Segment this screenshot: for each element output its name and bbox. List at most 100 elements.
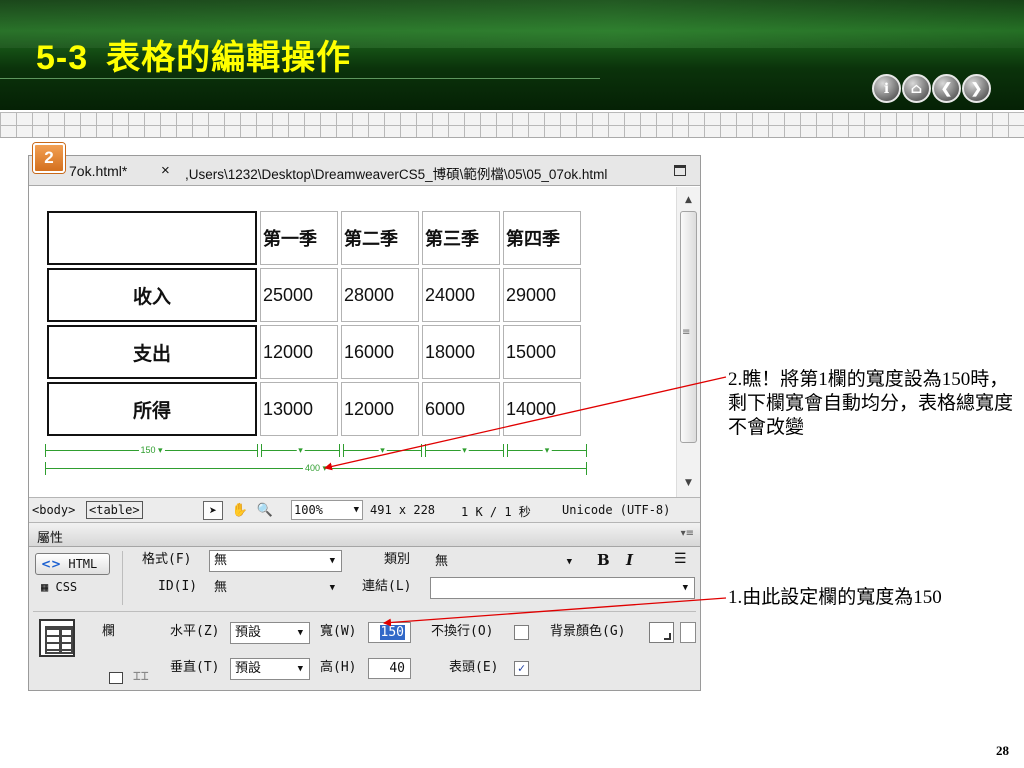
row-header-cell[interactable]: 支出: [47, 325, 257, 379]
chevron-down-icon: ▼: [297, 664, 303, 674]
merge-cells-icon[interactable]: [109, 672, 123, 684]
select-tool-icon[interactable]: ➤: [203, 501, 223, 520]
table-header-cell[interactable]: 第二季: [341, 211, 419, 265]
zoom-select[interactable]: 100% ▼: [291, 500, 363, 520]
table-cell[interactable]: 14000: [503, 382, 581, 436]
table-cell[interactable]: 6000: [422, 382, 500, 436]
class-value: 無: [435, 554, 449, 569]
horz-label: 水平(Z): [170, 624, 220, 639]
row-header-cell[interactable]: 收入: [47, 268, 257, 322]
height-input[interactable]: 40: [368, 658, 411, 679]
callout-note-1: 1.由此設定欄的寬度為150: [728, 587, 942, 608]
table-width-ruler[interactable]: 400 ▾: [45, 462, 587, 475]
width-input[interactable]: 150: [368, 622, 411, 643]
page-number: 28: [996, 743, 1009, 758]
column-width-ruler[interactable]: ▾: [261, 444, 340, 457]
table-cell[interactable]: 15000: [503, 325, 581, 379]
restore-window-icon[interactable]: [674, 165, 686, 176]
hand-tool-icon[interactable]: ✋: [230, 501, 250, 520]
tag-selector-table[interactable]: <table>: [86, 501, 143, 519]
close-tab-icon[interactable]: ×: [161, 162, 170, 179]
properties-panel-header[interactable]: 屬性 ▾≡: [29, 523, 700, 547]
vertical-scrollbar[interactable]: ▲ ≡ ▼: [676, 187, 700, 497]
home-icon[interactable]: ⌂: [902, 74, 931, 103]
forward-icon[interactable]: ❯: [962, 74, 991, 103]
html-mode-button[interactable]: <> HTML: [35, 553, 110, 575]
column-width-label: ▾: [296, 444, 305, 456]
table-cell[interactable]: 18000: [422, 325, 500, 379]
zoom-tool-icon[interactable]: 🔍: [255, 501, 275, 520]
link-input[interactable]: ▼: [430, 577, 695, 599]
table-header-cell[interactable]: 第一季: [260, 211, 338, 265]
table-cell[interactable]: 25000: [260, 268, 338, 322]
table-header-cell[interactable]: 第四季: [503, 211, 581, 265]
link-label: 連結(L): [362, 579, 412, 594]
column-width-ruler[interactable]: ▾: [425, 444, 504, 457]
slide-header: 5-3 表格的編輯操作 i ⌂ ❮ ❯: [0, 0, 1024, 110]
editor-screenshot: 7ok.html* × ,Users\1232\Desktop\Dreamwea…: [28, 155, 701, 691]
class-select[interactable]: 無 ▼: [430, 551, 579, 573]
table-row: 第一季 第二季 第三季 第四季: [47, 211, 581, 265]
table-width-label: 400 ▾: [302, 462, 330, 474]
column-width-label: ▾: [460, 444, 469, 456]
table-cell[interactable]: 24000: [422, 268, 500, 322]
width-value: 150: [379, 625, 405, 640]
row-header-cell[interactable]: 所得: [47, 382, 257, 436]
table-cell[interactable]: 16000: [341, 325, 419, 379]
format-select[interactable]: 無 ▼: [209, 550, 342, 572]
table-header-cell[interactable]: 第三季: [422, 211, 500, 265]
css-mode-button[interactable]: ▦ CSS: [41, 580, 77, 594]
table-cell[interactable]: 13000: [260, 382, 338, 436]
callout-note-2: 2.瞧！將第1欄的寬度設為150時，剩下欄寬會自動均分，表格總寬度不會改變: [728, 369, 1014, 438]
scroll-down-icon[interactable]: ▼: [685, 478, 692, 488]
nowrap-label: 不換行(O): [431, 624, 494, 639]
chevron-down-icon: ▼: [329, 556, 335, 566]
design-view[interactable]: 第一季 第二季 第三季 第四季 收入 25000 28000 24000 290…: [29, 187, 676, 497]
bg-color-input[interactable]: [680, 622, 696, 643]
window-size[interactable]: 491 x 228: [370, 503, 435, 517]
italic-button[interactable]: I: [626, 551, 633, 569]
table-cell[interactable]: 12000: [341, 382, 419, 436]
column-label: 欄: [102, 624, 116, 639]
table-row: 支出 12000 16000 18000 15000: [47, 325, 581, 379]
bg-color-label: 背景顏色(G): [550, 624, 626, 639]
table-cell-icon: [39, 619, 75, 657]
table-cell[interactable]: 12000: [260, 325, 338, 379]
list-icon[interactable]: ☰: [674, 551, 687, 567]
class-label: 類別: [384, 552, 411, 567]
scroll-up-icon[interactable]: ▲: [685, 195, 692, 205]
width-label: 寬(W): [320, 624, 357, 639]
css-mode-label: CSS: [55, 580, 78, 594]
format-value: 無: [214, 553, 228, 568]
table-row: 所得 13000 12000 6000 14000: [47, 382, 581, 436]
back-icon[interactable]: ❮: [932, 74, 961, 103]
horz-select[interactable]: 預設 ▼: [230, 622, 310, 644]
code-icon: <>: [41, 557, 62, 571]
title-text: 表格的編輯操作: [106, 38, 352, 78]
id-select[interactable]: 無 ▼: [209, 577, 342, 599]
slide-title: 5-3 表格的編輯操作: [36, 30, 351, 79]
split-cell-icon[interactable]: ⌶⌶: [133, 669, 149, 684]
chevron-down-icon: ▼: [297, 628, 303, 638]
header-label: 表頭(E): [449, 660, 499, 675]
chevron-down-icon: ▼: [353, 505, 359, 515]
header-checkbox[interactable]: ✓: [514, 661, 529, 676]
document-tab[interactable]: 7ok.html*: [69, 163, 127, 179]
nowrap-checkbox[interactable]: [514, 625, 529, 640]
column-width-ruler[interactable]: ▾: [343, 444, 422, 457]
info-icon[interactable]: i: [872, 74, 901, 103]
column-width-ruler[interactable]: 150 ▾: [45, 444, 258, 457]
panel-menu-icon[interactable]: ▾≡: [681, 528, 694, 539]
document-tab-bar: 7ok.html* × ,Users\1232\Desktop\Dreamwea…: [29, 156, 700, 186]
quarterly-table[interactable]: 第一季 第二季 第三季 第四季 收入 25000 28000 24000 290…: [44, 208, 584, 439]
table-corner-cell[interactable]: [47, 211, 257, 265]
zoom-value: 100%: [294, 503, 323, 517]
vert-select[interactable]: 預設 ▼: [230, 658, 310, 680]
table-cell[interactable]: 28000: [341, 268, 419, 322]
tag-selector-body[interactable]: <body>: [32, 503, 75, 517]
height-value: 40: [389, 661, 405, 676]
table-cell[interactable]: 29000: [503, 268, 581, 322]
column-width-ruler[interactable]: ▾: [507, 444, 587, 457]
bold-button[interactable]: B: [597, 551, 610, 569]
bg-color-picker[interactable]: [649, 622, 674, 643]
